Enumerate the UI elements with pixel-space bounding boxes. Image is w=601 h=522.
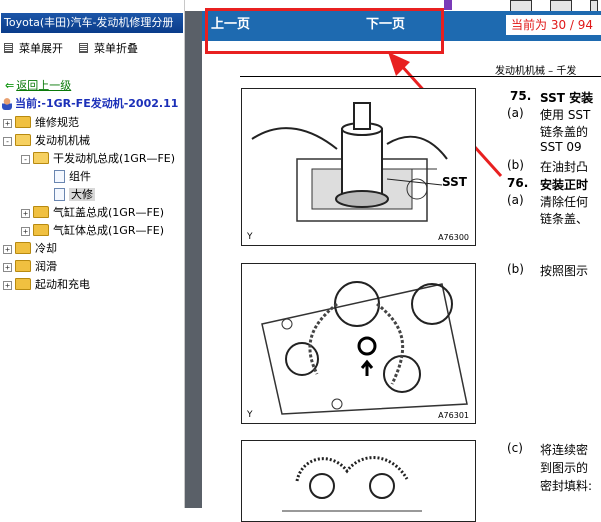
list-icon xyxy=(79,43,88,53)
folder-icon xyxy=(15,242,31,254)
tree-item-label-selected: 大修 xyxy=(69,188,95,201)
step-text: SST 09 xyxy=(540,140,582,154)
step-letter: (b) xyxy=(507,262,524,276)
figure-corner-mark: Y xyxy=(247,232,253,242)
figure-code: A76300 xyxy=(438,233,469,242)
tree-item-lubrication[interactable]: + 润滑 xyxy=(3,258,57,275)
collapse-icon[interactable]: - xyxy=(21,154,30,164)
tree-item-cylinder-block[interactable]: + 气缸体总成(1GR—FE) xyxy=(21,222,164,239)
step-text: 链条盖、 xyxy=(540,212,589,226)
tree-item-label: 气缸盖总成(1GR—FE) xyxy=(53,206,165,219)
tree-item-label: 发动机机械 xyxy=(35,134,90,147)
step-text: 密封填料: xyxy=(540,479,593,493)
collapse-icon[interactable]: - xyxy=(3,136,12,146)
step-text: 链条盖的 xyxy=(540,125,589,139)
figure-code: A76301 xyxy=(438,411,469,420)
figure-sst-installation: SST Y A76300 xyxy=(241,88,476,246)
step-text: 清除任何 xyxy=(540,195,589,209)
step-number: 76. xyxy=(507,176,529,190)
sealant-illustration xyxy=(282,456,422,512)
page-indicator: 当前为 30 / 94 xyxy=(506,15,601,35)
menu-collapse-button[interactable]: 菜单折叠 xyxy=(79,41,138,57)
step-title: SST 安装 xyxy=(540,91,594,105)
step-letter: (a) xyxy=(507,106,524,120)
figure-sealant-application xyxy=(241,440,476,522)
tree-item-cylinder-head[interactable]: + 气缸盖总成(1GR—FE) xyxy=(21,204,164,221)
engine-sst-illustration xyxy=(251,102,448,222)
tree-item-cooling[interactable]: + 冷却 xyxy=(3,240,57,257)
manual-title-bar: Toyota(丰田)汽车-发动机修理分册 xyxy=(1,13,183,33)
step-text: 在油封凸 xyxy=(540,160,589,174)
back-arrow-icon: ⇐ xyxy=(5,79,15,92)
step-text: 将连续密 xyxy=(540,443,589,457)
folder-icon xyxy=(15,278,31,290)
timing-chain-illustration xyxy=(261,281,468,415)
folder-icon xyxy=(33,206,49,218)
section-header: 发动机机械 – 千发 xyxy=(495,66,577,77)
tree-item-label: 干发动机总成(1GR—FE) xyxy=(53,152,176,165)
document-icon xyxy=(54,187,65,201)
folder-icon xyxy=(15,116,31,128)
menu-collapse-label: 菜单折叠 xyxy=(94,42,138,55)
back-link[interactable]: ⇐ 返回上一级 xyxy=(5,78,71,94)
tree-item-overhaul[interactable]: 大修 xyxy=(54,186,95,203)
tree-item-label: 冷却 xyxy=(35,242,57,255)
tree-item-components[interactable]: 组件 xyxy=(54,168,91,185)
tree-item-label: 起动和充电 xyxy=(35,278,90,291)
figure-timing-chain: Y A76301 xyxy=(241,263,476,424)
navigation-pane: Toyota(丰田)汽车-发动机修理分册 菜单展开 菜单折叠 ⇐ 返回上一级 当前… xyxy=(0,0,185,508)
folder-icon xyxy=(15,260,31,272)
menu-expand-button[interactable]: 菜单展开 xyxy=(4,41,63,57)
expand-icon[interactable]: + xyxy=(21,226,30,236)
tree-item-label: 润滑 xyxy=(35,260,57,273)
current-location: 当前:-1GR-FE发动机-2002.11 xyxy=(2,96,178,112)
expand-icon[interactable]: + xyxy=(3,118,12,128)
document-icon xyxy=(54,169,65,183)
tree-item-engine-assembly[interactable]: - 干发动机总成(1GR—FE) xyxy=(21,150,175,167)
step-text: 按照图示 xyxy=(540,264,589,278)
current-location-label: 当前:-1GR-FE发动机-2002.11 xyxy=(15,97,179,110)
header-rule xyxy=(240,76,601,77)
step-text: 使用 SST xyxy=(540,108,591,122)
expand-icon[interactable]: + xyxy=(3,280,12,290)
step-letter: (c) xyxy=(507,441,523,455)
folder-open-icon xyxy=(33,152,49,164)
back-link-label: 返回上一级 xyxy=(16,79,72,92)
annotation-highlight-box xyxy=(205,8,444,54)
user-icon xyxy=(2,98,12,110)
tree-item-starting-charging[interactable]: + 起动和充电 xyxy=(3,276,90,293)
step-text: 到图示的 xyxy=(540,461,589,475)
folder-open-icon xyxy=(15,134,31,146)
tree-item-label: 维修规范 xyxy=(35,116,79,129)
step-letter: (a) xyxy=(507,193,524,207)
tree-item-label: 气缸体总成(1GR—FE) xyxy=(53,224,165,237)
tree-item-maintenance-spec[interactable]: + 维修规范 xyxy=(3,114,79,131)
expand-icon[interactable]: + xyxy=(3,262,12,272)
step-letter: (b) xyxy=(507,158,524,172)
step-number: 75. xyxy=(510,89,532,103)
document-gutter xyxy=(185,0,202,508)
tree-item-label: 组件 xyxy=(69,170,91,183)
step-title: 安装正时 xyxy=(540,178,589,192)
figure-corner-mark: Y xyxy=(247,410,253,420)
expand-icon[interactable]: + xyxy=(3,244,12,254)
expand-icon[interactable]: + xyxy=(21,208,30,218)
menu-expand-label: 菜单展开 xyxy=(19,42,63,55)
window-icon xyxy=(444,0,452,10)
folder-icon xyxy=(33,224,49,236)
list-icon xyxy=(4,43,13,53)
sst-callout: SST xyxy=(442,175,467,189)
tree-item-engine-mechanical[interactable]: - 发动机机械 xyxy=(3,132,90,149)
